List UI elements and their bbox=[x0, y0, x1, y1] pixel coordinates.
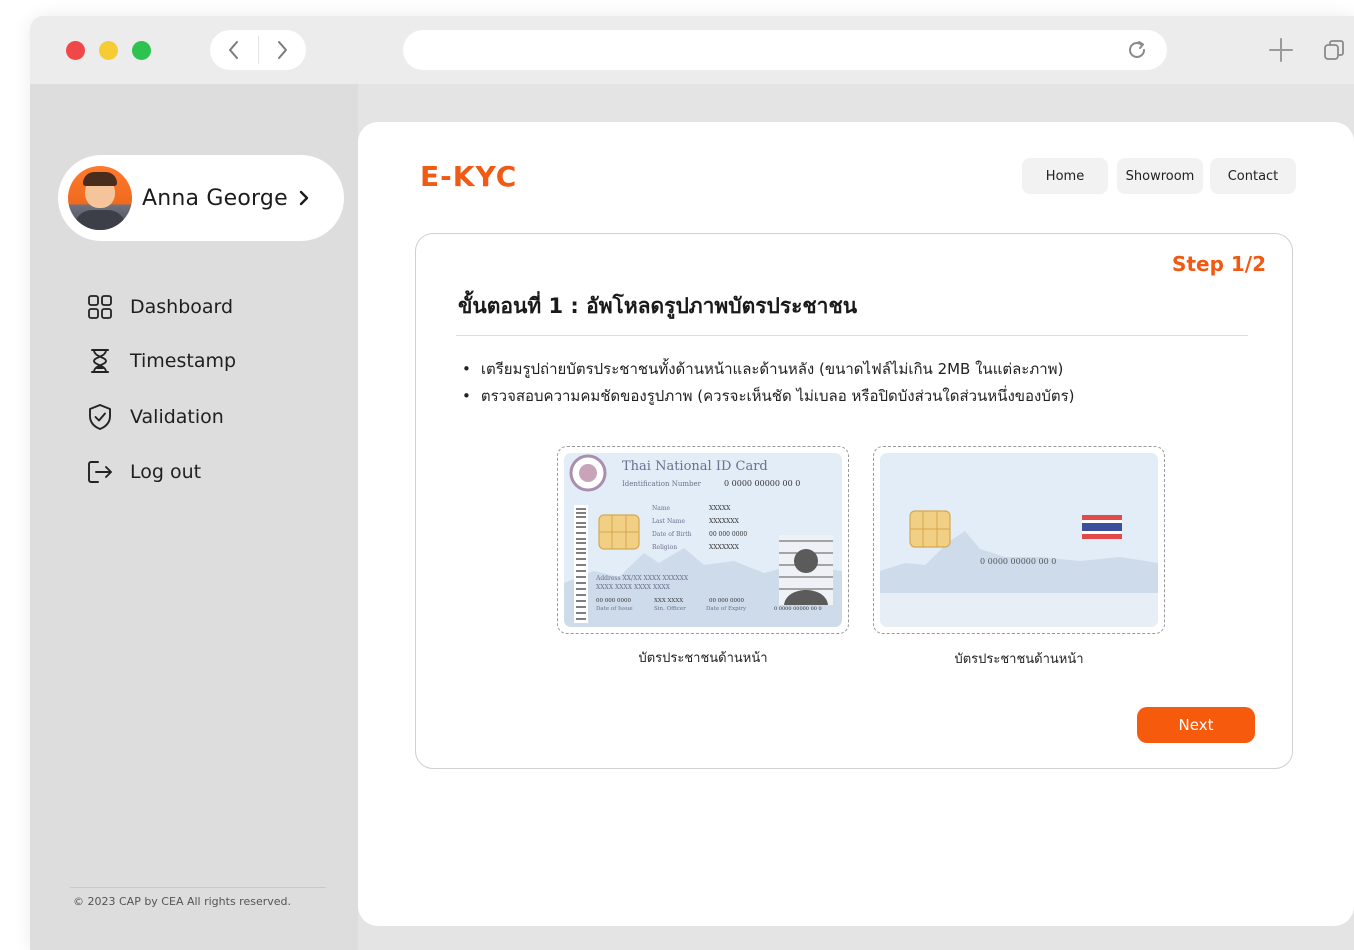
footer-divider bbox=[70, 887, 326, 888]
sidebar-item-label: Validation bbox=[130, 406, 224, 428]
hourglass-icon bbox=[86, 347, 114, 375]
field-value: XXXXXXX bbox=[709, 518, 739, 525]
expiry-date-value: 00 000 0000 bbox=[709, 598, 744, 604]
expiry-date-label: Date of Expiry bbox=[706, 606, 747, 612]
shield-check-icon bbox=[86, 403, 114, 431]
front-id-card-image: Thai National ID Card Identification Num… bbox=[564, 453, 842, 627]
nav-contact[interactable]: Contact bbox=[1210, 158, 1296, 194]
sidebar-item-validation[interactable]: Validation bbox=[86, 402, 224, 432]
field-label: Last Name bbox=[652, 518, 686, 525]
sidebar: Anna George Dashboard Timestamp Validati… bbox=[30, 84, 358, 950]
sidebar-item-label: Timestamp bbox=[130, 350, 237, 372]
tabs-overview-icon[interactable] bbox=[1322, 38, 1346, 62]
back-button[interactable] bbox=[210, 30, 258, 70]
footer-copyright: © 2023 CAP by CEA All rights reserved. bbox=[73, 895, 291, 908]
field-value: 00 000 0000 bbox=[709, 531, 748, 538]
brand-logo: E-KYC bbox=[420, 160, 518, 193]
nav-home[interactable]: Home bbox=[1022, 158, 1108, 194]
minimize-window-button[interactable] bbox=[99, 41, 118, 60]
chevron-right-icon bbox=[278, 41, 287, 59]
id-card-back-illustration bbox=[880, 510, 1158, 627]
step-title: ขั้นตอนที่ 1 : อัพโหลดรูปภาพบัตรประชาชน bbox=[458, 294, 858, 318]
logout-icon bbox=[86, 458, 114, 486]
back-id-card-image: 0 0000 00000 00 0 bbox=[880, 453, 1158, 627]
instruction-item: ตรวจสอบความคมชัดของรูปภาพ (ควรจะเห็นชัด … bbox=[462, 383, 1075, 410]
instruction-list: เตรียมรูปถ่ายบัตรประชาชนทั้งด้านหน้าและด… bbox=[462, 356, 1075, 410]
close-window-button[interactable] bbox=[66, 41, 85, 60]
sidebar-item-dashboard[interactable]: Dashboard bbox=[86, 292, 233, 322]
reload-button[interactable] bbox=[1125, 38, 1149, 62]
browser-titlebar bbox=[30, 16, 1354, 84]
card-title: Thai National ID Card bbox=[622, 459, 768, 474]
back-id-upload[interactable]: 0 0000 00000 00 0 bbox=[873, 446, 1165, 634]
id-number-value: 0 0000 00000 00 0 bbox=[724, 479, 801, 488]
issue-date-label: Date of Issue bbox=[596, 606, 633, 612]
step-indicator: Step 1/2 bbox=[1172, 252, 1266, 276]
chevron-right-icon bbox=[298, 189, 310, 207]
card-serial: 0 0000 00000 00 0 bbox=[774, 606, 822, 612]
main-content: E-KYC Home Showroom Contact Step 1/2 ขั้… bbox=[358, 122, 1354, 926]
back-card-caption: บัตรประชาชนด้านหน้า bbox=[954, 652, 1084, 667]
plus-icon[interactable] bbox=[1268, 37, 1294, 63]
field-label: Name bbox=[652, 505, 671, 512]
address-bar[interactable] bbox=[403, 30, 1167, 70]
field-value: XXXXX bbox=[709, 505, 731, 512]
dashboard-grid-icon bbox=[86, 293, 114, 321]
front-id-upload[interactable]: Thai National ID Card Identification Num… bbox=[557, 446, 849, 634]
id-number-label: Identification Number bbox=[622, 480, 701, 488]
field-label: Date of Birth bbox=[652, 531, 692, 538]
sidebar-item-logout[interactable]: Log out bbox=[86, 457, 201, 487]
issue-date-value: 00 000 0000 bbox=[596, 598, 631, 604]
officer-value: XXX XXXX bbox=[654, 598, 684, 604]
profile-chip[interactable]: Anna George bbox=[58, 155, 344, 241]
back-card-number: 0 0000 00000 00 0 bbox=[980, 557, 1057, 566]
chevron-left-icon bbox=[229, 41, 238, 59]
front-card-caption: บัตรประชาชนด้านหน้า bbox=[638, 651, 768, 666]
avatar bbox=[68, 166, 132, 230]
reload-icon bbox=[1129, 41, 1145, 58]
officer-label: Sin. Officer bbox=[654, 606, 686, 612]
upload-step-card: Step 1/2 ขั้นตอนที่ 1 : อัพโหลดรูปภาพบัต… bbox=[415, 233, 1293, 769]
browser-window: Anna George Dashboard Timestamp Validati… bbox=[30, 16, 1354, 950]
forward-button[interactable] bbox=[258, 30, 306, 70]
next-button[interactable]: Next bbox=[1137, 707, 1255, 743]
maximize-window-button[interactable] bbox=[132, 41, 151, 60]
sidebar-item-label: Dashboard bbox=[130, 296, 234, 318]
sidebar-item-timestamp[interactable]: Timestamp bbox=[86, 346, 236, 376]
field-value: XXXXXXX bbox=[709, 544, 739, 551]
address-line: XXXX XXXX XXXX XXXX bbox=[596, 584, 671, 591]
instruction-item: เตรียมรูปถ่ายบัตรประชาชนทั้งด้านหน้าและด… bbox=[462, 356, 1075, 383]
sidebar-item-label: Log out bbox=[130, 461, 202, 483]
profile-name: Anna George bbox=[142, 185, 288, 211]
title-divider bbox=[456, 335, 1248, 336]
field-label: Religion bbox=[652, 544, 678, 551]
address-line: Address XX/XX XXXX XXXXXX bbox=[596, 575, 689, 582]
nav-showroom[interactable]: Showroom bbox=[1117, 158, 1203, 194]
history-nav bbox=[210, 30, 306, 70]
